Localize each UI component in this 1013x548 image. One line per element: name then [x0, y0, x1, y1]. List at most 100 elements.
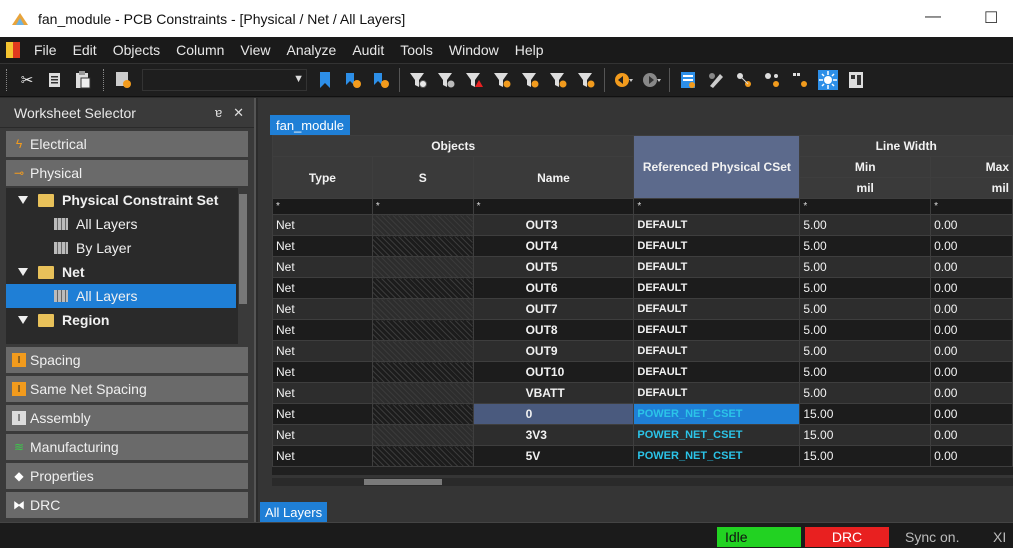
filter-pin-icon[interactable]	[491, 69, 513, 91]
s-cell[interactable]	[371, 298, 474, 320]
chevron-down-icon[interactable]: ▼	[293, 73, 304, 85]
tree-item-cset-all-layers[interactable]: All Layers	[6, 212, 248, 236]
type-cell[interactable]: Net	[272, 361, 373, 383]
ref-cset-cell[interactable]: DEFAULT	[633, 382, 801, 404]
line-width-max-cell[interactable]: 0.00	[930, 235, 1013, 257]
close-icon[interactable]: ✕	[233, 105, 244, 120]
s-cell[interactable]	[371, 424, 474, 446]
filter-combo-icon[interactable]	[113, 69, 135, 91]
name-cell[interactable]: 5V	[472, 445, 635, 467]
filter-cell[interactable]: *	[272, 198, 373, 215]
back-icon[interactable]	[612, 69, 634, 91]
name-header[interactable]: Name	[472, 156, 635, 199]
table-row[interactable]: Net OUT8 DEFAULT 5.00 0.00	[272, 319, 1013, 341]
filter-cell[interactable]: *	[371, 198, 474, 215]
menu-tools[interactable]: Tools	[392, 42, 441, 58]
name-cell[interactable]: OUT6	[472, 277, 635, 299]
name-cell[interactable]: 3V3	[472, 424, 635, 446]
line-width-min-cell[interactable]: 5.00	[799, 382, 932, 404]
type-cell[interactable]: Net	[272, 256, 373, 278]
type-cell[interactable]: Net	[272, 214, 373, 236]
filter-class-icon[interactable]	[575, 69, 597, 91]
line-width-max-cell[interactable]: 0.00	[930, 277, 1013, 299]
category-drc[interactable]: ⧓ DRC	[6, 492, 248, 518]
type-cell[interactable]: Net	[272, 277, 373, 299]
line-width-max-cell[interactable]: 0.00	[930, 214, 1013, 236]
bookmark-icon[interactable]	[314, 69, 336, 91]
line-width-min-cell[interactable]: 5.00	[799, 214, 932, 236]
table-row[interactable]: Net OUT10 DEFAULT 5.00 0.00	[272, 361, 1013, 383]
toolbar-grip-2[interactable]	[103, 69, 106, 91]
menu-window[interactable]: Window	[441, 42, 507, 58]
name-cell[interactable]: OUT7	[472, 298, 635, 320]
line-width-min-cell[interactable]: 5.00	[799, 277, 932, 299]
table-row[interactable]: Net VBATT DEFAULT 5.00 0.00	[272, 382, 1013, 404]
s-cell[interactable]	[371, 235, 474, 257]
sheet-tab-all-layers[interactable]: All Layers	[260, 502, 328, 522]
menu-objects[interactable]: Objects	[105, 42, 168, 58]
expand-arrow-icon[interactable]	[18, 196, 28, 204]
name-cell[interactable]: OUT9	[472, 340, 635, 362]
type-cell[interactable]: Net	[272, 445, 373, 467]
category-spacing[interactable]: I Spacing	[6, 347, 248, 373]
s-cell[interactable]	[371, 214, 474, 236]
menu-view[interactable]: View	[232, 42, 278, 58]
filter-cell[interactable]: *	[930, 198, 1013, 215]
ref-cset-cell[interactable]: POWER_NET_CSET	[633, 403, 801, 425]
category-electrical[interactable]: ϟ Electrical	[6, 131, 248, 157]
type-header[interactable]: Type	[272, 156, 373, 199]
bookmark-next-icon[interactable]	[342, 69, 364, 91]
line-width-max-cell[interactable]: 0.00	[930, 361, 1013, 383]
ref-cset-cell[interactable]: DEFAULT	[633, 340, 801, 362]
pin-icon[interactable]: ɐ	[215, 105, 222, 120]
s-cell[interactable]	[371, 403, 474, 425]
filter-error-icon[interactable]	[463, 69, 485, 91]
name-cell[interactable]: OUT5	[472, 256, 635, 278]
type-cell[interactable]: Net	[272, 319, 373, 341]
ref-cset-cell[interactable]: DEFAULT	[633, 277, 801, 299]
filter-net-icon[interactable]	[435, 69, 457, 91]
type-cell[interactable]: Net	[272, 382, 373, 404]
min-header[interactable]: Min	[799, 156, 932, 178]
line-width-max-cell[interactable]: 0.00	[930, 319, 1013, 341]
max-header[interactable]: Max	[930, 156, 1013, 178]
table-row[interactable]: Net OUT5 DEFAULT 5.00 0.00	[272, 256, 1013, 278]
table-row[interactable]: Net OUT4 DEFAULT 5.00 0.00	[272, 235, 1013, 257]
object-filter-select[interactable]: ▼	[142, 69, 307, 91]
tools-icon[interactable]	[705, 69, 727, 91]
tree-item-region[interactable]: Region	[6, 308, 248, 332]
copy-icon[interactable]	[44, 69, 66, 91]
line-width-min-cell[interactable]: 5.00	[799, 361, 932, 383]
category-properties[interactable]: ◆ Properties	[6, 463, 248, 489]
line-width-max-cell[interactable]: 0.00	[930, 340, 1013, 362]
category-physical[interactable]: ⊸ Physical	[6, 160, 248, 186]
toolbar-grip[interactable]	[6, 69, 9, 91]
table-row[interactable]: Net OUT7 DEFAULT 5.00 0.00	[272, 298, 1013, 320]
scrollbar-thumb[interactable]	[239, 194, 247, 304]
filter-bus-icon[interactable]	[547, 69, 569, 91]
line-width-min-cell[interactable]: 15.00	[799, 424, 932, 446]
name-cell[interactable]: OUT8	[472, 319, 635, 341]
category-same-net-spacing[interactable]: I Same Net Spacing	[6, 376, 248, 402]
component-icon[interactable]	[789, 69, 811, 91]
filter-cell[interactable]: *	[799, 198, 932, 215]
ref-cset-cell[interactable]: POWER_NET_CSET	[633, 424, 801, 446]
line-width-min-cell[interactable]: 5.00	[799, 319, 932, 341]
name-cell[interactable]: OUT10	[472, 361, 635, 383]
ref-cset-cell[interactable]: DEFAULT	[633, 319, 801, 341]
minimize-button[interactable]: —	[925, 8, 941, 26]
line-width-min-cell[interactable]: 15.00	[799, 403, 932, 425]
menu-file[interactable]: File	[26, 42, 65, 58]
tree-item-physical-constraint-set[interactable]: Physical Constraint Set	[6, 188, 248, 212]
name-cell[interactable]: VBATT	[472, 382, 635, 404]
table-row[interactable]: Net OUT6 DEFAULT 5.00 0.00	[272, 277, 1013, 299]
line-width-max-cell[interactable]: 0.00	[930, 445, 1013, 467]
scrollbar-thumb[interactable]	[364, 479, 442, 485]
type-cell[interactable]: Net	[272, 424, 373, 446]
tree-item-net[interactable]: Net	[6, 260, 248, 284]
tree-item-cset-by-layer[interactable]: By Layer	[6, 236, 248, 260]
expand-arrow-icon[interactable]	[18, 316, 28, 324]
filter-diffpair-icon[interactable]	[519, 69, 541, 91]
filter-icon[interactable]	[407, 69, 429, 91]
s-cell[interactable]	[371, 361, 474, 383]
